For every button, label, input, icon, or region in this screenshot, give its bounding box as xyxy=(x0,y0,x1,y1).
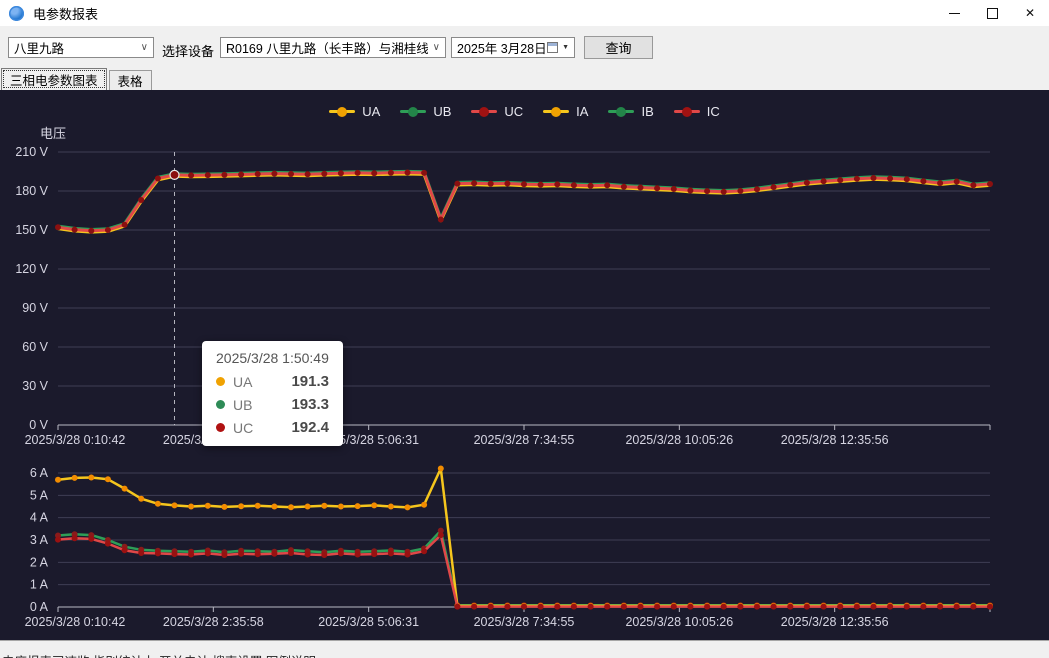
tooltip-series-dot-icon xyxy=(216,400,225,409)
maximize-icon xyxy=(987,8,998,19)
legend-dot-icon xyxy=(408,107,418,117)
close-button[interactable]: ✕ xyxy=(1011,0,1049,26)
svg-text:30 V: 30 V xyxy=(22,379,48,393)
device-select[interactable]: R0169 八里九路（长丰路）与湘桂线交 ∨ xyxy=(220,37,446,58)
dropdown-arrow-icon: ▼ xyxy=(558,44,569,51)
line-select-value: 八里九路 xyxy=(14,38,64,57)
svg-text:2025/3/28 5:06:31: 2025/3/28 5:06:31 xyxy=(318,615,419,629)
legend-label: UA xyxy=(362,104,380,119)
legend-swatch-icon xyxy=(471,110,497,113)
window-controls: ✕ xyxy=(935,0,1049,26)
close-icon: ✕ xyxy=(1025,7,1035,19)
legend-dot-icon xyxy=(616,107,626,117)
window-title: 电参数报表 xyxy=(33,4,98,23)
legend-label: UB xyxy=(433,104,451,119)
svg-text:2025/3/28 12:35:56: 2025/3/28 12:35:56 xyxy=(781,615,889,629)
legend-swatch-icon xyxy=(400,110,426,113)
device-label: 选择设备 xyxy=(162,41,214,60)
svg-text:2025/3/28 7:34:55: 2025/3/28 7:34:55 xyxy=(474,615,575,629)
svg-text:2025/3/28 7:34:55: 2025/3/28 7:34:55 xyxy=(474,433,575,447)
svg-text:180 V: 180 V xyxy=(15,184,48,198)
tooltip-row: UC192.4 xyxy=(216,419,329,436)
legend-swatch-icon xyxy=(674,110,700,113)
legend-label: IA xyxy=(576,104,588,119)
legend-item-IA[interactable]: IA xyxy=(543,104,588,119)
svg-text:2025/3/28 10:05:26: 2025/3/28 10:05:26 xyxy=(625,433,733,447)
svg-text:150 V: 150 V xyxy=(15,223,48,237)
svg-text:60 V: 60 V xyxy=(22,340,48,354)
bottom-strip: 电度报表司速监 指别统计力 开关电计 搜索设置 图例说明 xyxy=(0,640,1049,658)
tooltip-row: UA191.3 xyxy=(216,373,329,390)
legend-item-IC[interactable]: IC xyxy=(674,104,720,119)
legend-label: IC xyxy=(707,104,720,119)
legend-label: UC xyxy=(504,104,523,119)
svg-text:电压: 电压 xyxy=(40,126,66,141)
legend-item-UB[interactable]: UB xyxy=(400,104,451,119)
titlebar: 电参数报表 ✕ xyxy=(0,0,1049,26)
charts-canvas[interactable]: 0 V 30 V 60 V 90 V 120 V 150 V 180 V 210 V 2025/… xyxy=(0,90,1049,640)
svg-text:2 A: 2 A xyxy=(30,555,49,569)
svg-text:2025/3/28 0:10:42: 2025/3/28 0:10:42 xyxy=(25,615,126,629)
svg-text:210 V: 210 V xyxy=(15,145,48,159)
bottom-strip-text: 电度报表司速监 指别统计力 开关电计 搜索设置 图例说明 xyxy=(2,651,1049,658)
app-window: 电参数报表 ✕ 八里九路 ∨ 选择设备 R0169 八里九路（长丰路）与湘桂线交… xyxy=(0,0,1049,658)
legend-dot-icon xyxy=(551,107,561,117)
date-picker[interactable]: 2025年 3月28日 ▼ xyxy=(451,37,575,58)
svg-text:2025/3/28 2:35:58: 2025/3/28 2:35:58 xyxy=(163,615,264,629)
line-select[interactable]: 八里九路 ∨ xyxy=(8,37,154,58)
chart-page: UA UB UC IA IB IC 0 V 30 V 60 V 90 V 120 V 150 V 18… xyxy=(0,90,1049,640)
device-select-value: R0169 八里九路（长丰路）与湘桂线交 xyxy=(226,38,428,57)
svg-text:120 V: 120 V xyxy=(15,262,48,276)
tooltip-series-dot-icon xyxy=(216,377,225,386)
tooltip-series-dot-icon xyxy=(216,423,225,432)
legend-swatch-icon xyxy=(329,110,355,113)
legend-swatch-icon xyxy=(543,110,569,113)
tab-table[interactable]: 表格 xyxy=(109,70,152,90)
svg-text:90 V: 90 V xyxy=(22,301,48,315)
minimize-icon xyxy=(949,13,960,14)
svg-text:3 A: 3 A xyxy=(30,533,49,547)
query-button[interactable]: 查询 xyxy=(584,36,653,59)
chart-tooltip: 2025/3/28 1:50:49 UA191.3 UB193.3 UC192.4 xyxy=(202,341,343,446)
legend-swatch-icon xyxy=(608,110,634,113)
maximize-button[interactable] xyxy=(973,0,1011,26)
date-value: 2025年 3月28日 xyxy=(457,38,547,57)
legend-dot-icon xyxy=(337,107,347,117)
legend-item-UC[interactable]: UC xyxy=(471,104,523,119)
svg-text:5 A: 5 A xyxy=(30,488,49,502)
legend-label: IB xyxy=(641,104,653,119)
chevron-down-icon: ∨ xyxy=(136,42,148,53)
tab-three-phase-chart[interactable]: 三相电参数图表 xyxy=(1,68,107,90)
minimize-button[interactable] xyxy=(935,0,973,26)
legend-item-UA[interactable]: UA xyxy=(329,104,380,119)
svg-text:2025/3/28 12:35:56: 2025/3/28 12:35:56 xyxy=(781,433,889,447)
svg-text:2025/3/28 0:10:42: 2025/3/28 0:10:42 xyxy=(25,433,126,447)
app-icon xyxy=(9,6,24,21)
calendar-icon xyxy=(547,42,558,53)
tooltip-row: UB193.3 xyxy=(216,396,329,413)
legend-item-IB[interactable]: IB xyxy=(608,104,653,119)
tooltip-time: 2025/3/28 1:50:49 xyxy=(216,350,329,366)
tooltip-rows: UA191.3 UB193.3 UC192.4 xyxy=(216,373,329,436)
chart-legend: UA UB UC IA IB IC xyxy=(0,104,1049,119)
tab-strip: 三相电参数图表 表格 xyxy=(0,68,1049,90)
svg-text:0 A: 0 A xyxy=(30,600,49,614)
legend-dot-icon xyxy=(682,107,692,117)
svg-text:4 A: 4 A xyxy=(30,511,49,525)
svg-text:0 V: 0 V xyxy=(29,418,48,432)
chevron-down-icon: ∨ xyxy=(428,42,440,53)
toolbar: 八里九路 ∨ 选择设备 R0169 八里九路（长丰路）与湘桂线交 ∨ 2025年… xyxy=(0,26,1049,68)
svg-text:2025/3/28 10:05:26: 2025/3/28 10:05:26 xyxy=(625,615,733,629)
svg-text:6 A: 6 A xyxy=(30,466,49,480)
svg-text:1 A: 1 A xyxy=(30,578,49,592)
legend-dot-icon xyxy=(479,107,489,117)
